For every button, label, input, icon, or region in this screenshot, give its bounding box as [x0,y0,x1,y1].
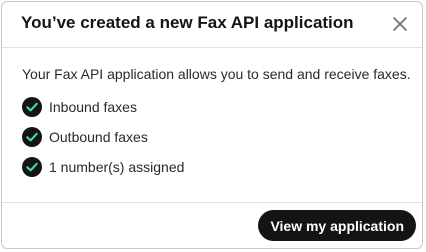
dialog-footer: View my application [2,202,422,248]
close-icon[interactable] [390,14,410,34]
feature-label: Outbound faxes [49,129,148,145]
dialog-body: Your Fax API application allows you to s… [2,48,422,205]
view-my-application-button[interactable]: View my application [258,210,416,241]
feature-item-inbound: Inbound faxes [22,97,137,117]
dialog-header: You’ve created a new Fax API application [2,2,422,48]
dialog-description: Your Fax API application allows you to s… [22,66,411,82]
check-circle-icon [22,157,42,177]
feature-label: 1 number(s) assigned [49,159,185,175]
dialog-title: You’ve created a new Fax API application [21,13,354,32]
feature-label: Inbound faxes [49,99,137,115]
check-circle-icon [22,127,42,147]
feature-item-numbers: 1 number(s) assigned [22,157,184,177]
success-dialog: You’ve created a new Fax API application… [1,1,423,249]
check-circle-icon [22,97,42,117]
feature-item-outbound: Outbound faxes [22,127,148,147]
